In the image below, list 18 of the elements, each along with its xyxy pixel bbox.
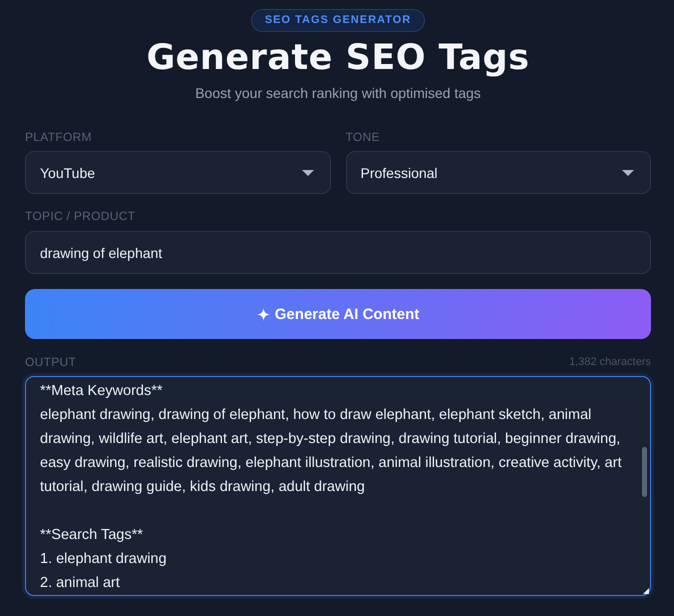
generate-button[interactable]: Generate AI Content xyxy=(25,289,651,339)
page-title: Generate SEO Tags xyxy=(146,37,530,80)
output-textarea[interactable]: **Meta Keywords** elephant drawing, drawing of elephant, how to draw elephant, elephant sketch, animal drawing, wildlife art, elephant art, step-by-step drawing, drawing tutorial, beginner drawing, easy drawing, realistic drawing, elephant illustration, animal illustration, creative activity, art tutorial, drawing guide, kids drawing, adult drawing **Search Tags** 1. elephant drawing 2. animal art xyxy=(25,376,651,596)
category-badge: SEO TAGS GENERATOR xyxy=(250,9,426,32)
field-label: TONE xyxy=(346,130,380,144)
dropdown-select[interactable]: Professional xyxy=(346,151,651,194)
output-label: OUTPUT xyxy=(25,355,76,369)
character-count: 1,382 characters xyxy=(569,355,651,369)
sparkle-icon xyxy=(256,308,270,320)
field-label: PLATFORM xyxy=(25,130,92,144)
dropdown-select[interactable]: YouTube xyxy=(25,151,330,194)
page-subtitle: Boost your search ranking with optimised tags xyxy=(195,84,481,102)
scrollbar-thumb[interactable] xyxy=(642,447,647,497)
caret-icon xyxy=(302,170,314,176)
text-input[interactable]: drawing of elephant xyxy=(25,231,651,274)
field-label: TOPIC / PRODUCT xyxy=(25,209,136,223)
caret-icon xyxy=(622,170,634,176)
resize-handle-icon[interactable] xyxy=(643,588,649,594)
